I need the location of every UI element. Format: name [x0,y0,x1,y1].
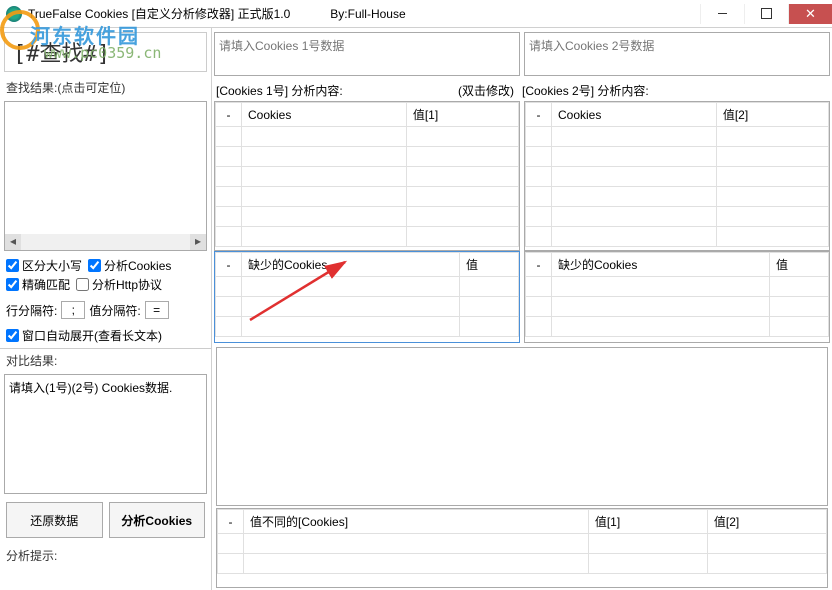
app-icon [6,6,22,22]
grid1-hint: (双击修改) [458,82,514,99]
diff-grid[interactable]: -值不同的[Cookies]值[1]值[2] [216,508,828,588]
maximize-button[interactable] [744,4,788,24]
search-box [4,32,207,72]
compare-label: 对比结果: [0,348,211,372]
search-input[interactable] [4,32,207,72]
row-sep-label: 行分隔符: [6,302,57,319]
cookies-2-input[interactable] [524,32,830,76]
horizontal-scrollbar[interactable]: ◂▸ [5,234,206,250]
results-label: 查找结果:(点击可定位) [0,76,211,99]
search-results-list[interactable]: ◂▸ [4,101,207,251]
close-button[interactable]: ✕ [788,4,832,24]
restore-button[interactable]: 还原数据 [6,502,103,538]
val-sep-input[interactable] [145,301,169,319]
grid1-header: [Cookies 1号] 分析内容: [216,82,458,99]
compare-result-box: 请填入(1号)(2号) Cookies数据. [4,374,207,494]
hint-label: 分析提示: [0,544,211,567]
diff-text-area[interactable] [216,347,828,506]
analyze-cookies-checkbox[interactable]: 分析Cookies [88,257,171,274]
minimize-button[interactable] [700,4,744,24]
byline: By:Full-House [330,7,405,21]
window-title: TrueFalse Cookies [自定义分析修改器] 正式版1.0 [28,5,290,22]
missing-2-grid[interactable]: -缺少的Cookies值 [524,251,830,343]
val-sep-label: 值分隔符: [89,302,140,319]
titlebar: TrueFalse Cookies [自定义分析修改器] 正式版1.0 By:F… [0,0,832,28]
analyze-button[interactable]: 分析Cookies [109,502,206,538]
cookies-1-input[interactable] [214,32,520,76]
grid2-header: [Cookies 2号] 分析内容: [522,82,828,99]
analyze-http-checkbox[interactable]: 分析Http协议 [76,276,162,293]
missing-1-grid[interactable]: -缺少的Cookies值 [214,251,520,343]
row-sep-input[interactable] [61,301,85,319]
exact-match-checkbox[interactable]: 精确匹配 [6,276,70,293]
cookies-2-grid[interactable]: -Cookies值[2] [524,101,830,251]
auto-expand-checkbox[interactable]: 窗口自动展开(查看长文本) [6,327,162,344]
case-sensitive-checkbox[interactable]: 区分大小写 [6,257,82,274]
cookies-1-grid[interactable]: -Cookies值[1] [214,101,520,251]
